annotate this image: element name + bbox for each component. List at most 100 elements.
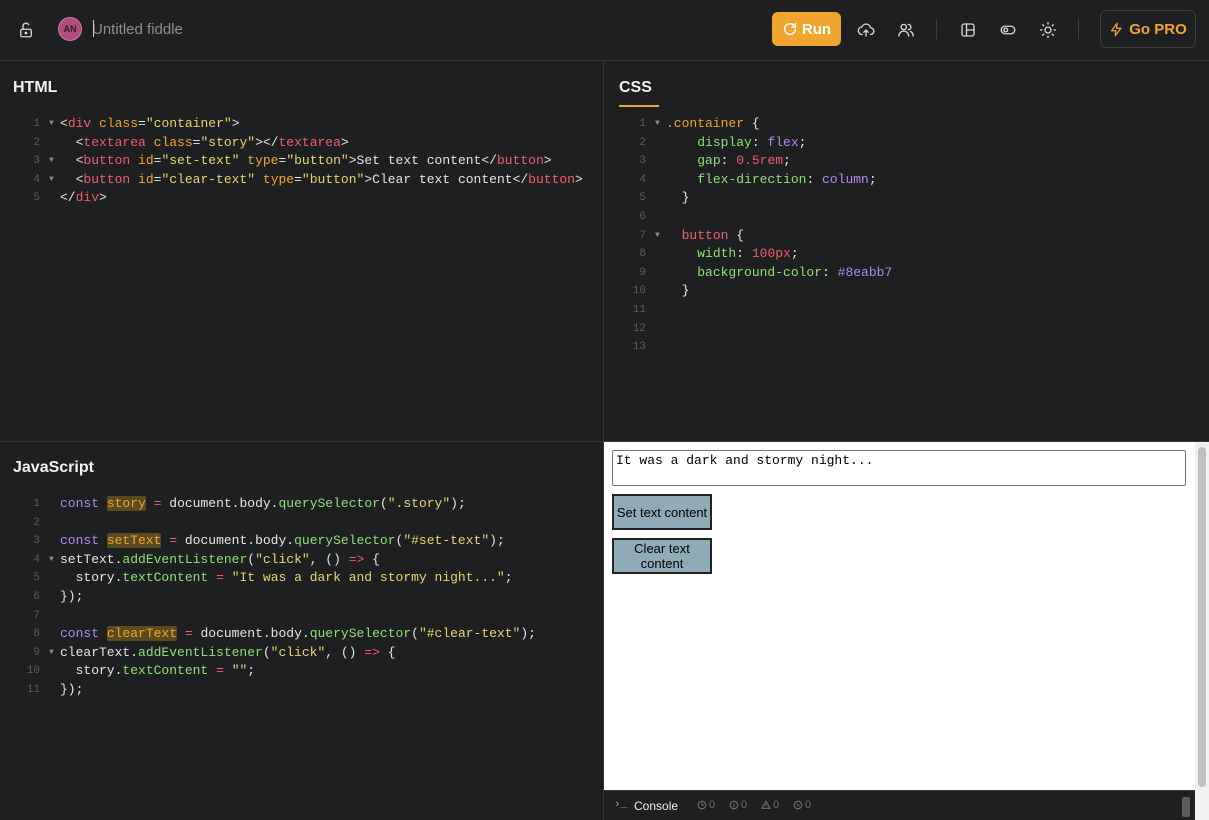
- lightning-icon: [1111, 22, 1122, 36]
- run-button-label: Run: [801, 20, 832, 38]
- code-line: });: [60, 681, 84, 697]
- run-button[interactable]: Run: [772, 12, 841, 46]
- line-number: 12: [632, 322, 646, 335]
- toolbar-divider: [1078, 19, 1079, 39]
- code-line: story.textContent = "";: [60, 663, 256, 679]
- go-pro-label: Go PRO: [1129, 20, 1187, 38]
- code-line: const setText = document.body.querySelec…: [60, 533, 505, 549]
- fold-arrow-icon[interactable]: ▼: [655, 227, 660, 246]
- preview-scrollbar[interactable]: [1195, 442, 1209, 820]
- fold-arrow-icon[interactable]: ▼: [49, 644, 54, 663]
- top-bar: AN Run Go PRO: [0, 0, 1209, 61]
- css-editor[interactable]: 1 ▼ .container { 2 display: flex; 3 gap: 0…: [604, 115, 1204, 357]
- line-number: 3: [639, 155, 646, 168]
- code-line: <button id="clear-text" type="button">Cl…: [60, 171, 583, 187]
- scrollbar-thumb[interactable]: [1198, 447, 1206, 787]
- line-number: 8: [639, 248, 646, 261]
- line-number: 4: [33, 553, 40, 566]
- line-number: 2: [33, 516, 40, 529]
- line-number: 5: [33, 572, 40, 585]
- line-number: 9: [33, 646, 40, 659]
- line-number: 5: [639, 192, 646, 205]
- fold-arrow-icon[interactable]: ▼: [49, 152, 54, 171]
- upload-cloud-icon[interactable]: [853, 17, 879, 43]
- line-number: 6: [639, 210, 646, 223]
- console-bar[interactable]: ›_ Console 0 0 0 0: [604, 790, 1195, 820]
- warning-count: 0: [761, 799, 779, 811]
- code-line: story.textContent = "It was a dark and s…: [60, 570, 513, 586]
- js-editor[interactable]: 1 const story = document.body.querySelect…: [0, 495, 600, 700]
- terminal-icon: ›_: [614, 799, 628, 811]
- sun-icon[interactable]: [1035, 17, 1061, 43]
- code-line: });: [60, 588, 84, 604]
- line-number: 2: [33, 136, 40, 149]
- line-number: 5: [33, 192, 40, 205]
- info-icon: [729, 800, 739, 810]
- line-number: 1: [33, 498, 40, 510]
- html-pane-title[interactable]: HTML: [13, 79, 57, 97]
- code-line: clearText.addEventListener("click", () =…: [60, 644, 396, 660]
- line-number: 3: [33, 155, 40, 168]
- story-textarea[interactable]: It was a dark and stormy night...: [612, 450, 1186, 486]
- code-line: button {: [681, 227, 745, 243]
- code-line: <div class="container">: [60, 116, 240, 131]
- code-line: }: [666, 190, 690, 206]
- error-count: 0: [793, 799, 811, 811]
- fold-arrow-icon[interactable]: ▼: [49, 171, 54, 190]
- line-number: 3: [33, 535, 40, 548]
- line-number: 1: [639, 118, 646, 130]
- console-resize-handle[interactable]: [1182, 797, 1190, 817]
- lock-icon[interactable]: [13, 17, 39, 43]
- refresh-icon: [783, 22, 796, 36]
- code-line: gap: 0.5rem;: [697, 153, 791, 169]
- line-number: 10: [26, 665, 40, 678]
- avatar-initials: AN: [63, 24, 77, 34]
- code-line: <textarea class="story"></textarea>: [60, 134, 349, 150]
- error-icon: [793, 800, 803, 810]
- line-number: 10: [632, 285, 646, 298]
- code-line: const clearText = document.body.querySel…: [60, 626, 536, 642]
- fiddle-title-input[interactable]: [92, 17, 392, 41]
- line-number: 6: [33, 590, 40, 603]
- warning-icon: [761, 800, 771, 809]
- line-number: 11: [26, 683, 40, 696]
- css-pane-title[interactable]: CSS: [619, 79, 652, 97]
- fold-arrow-icon[interactable]: ▼: [49, 551, 54, 570]
- line-number: 7: [639, 229, 646, 242]
- pane-divider[interactable]: [0, 441, 604, 442]
- go-pro-button[interactable]: Go PRO: [1100, 10, 1196, 48]
- code-line: }: [666, 283, 690, 299]
- line-number: 4: [639, 173, 646, 186]
- clock-icon: [697, 800, 707, 810]
- code-line: width: 100px;: [697, 246, 799, 262]
- line-number: 9: [639, 266, 646, 279]
- code-line: </div>: [60, 190, 107, 206]
- set-text-button[interactable]: Set text content: [612, 494, 712, 530]
- avatar[interactable]: AN: [58, 17, 82, 41]
- layout-icon[interactable]: [955, 17, 981, 43]
- line-number: 8: [33, 628, 40, 641]
- code-line: .container {: [666, 116, 760, 131]
- fold-arrow-icon[interactable]: ▼: [49, 115, 54, 134]
- clear-text-button[interactable]: Clear text content: [612, 538, 712, 574]
- code-line: background-color: #8eabb7: [697, 264, 893, 280]
- line-number: 13: [632, 341, 646, 354]
- line-number: 4: [33, 173, 40, 186]
- line-number: 11: [632, 303, 646, 316]
- toggle-icon[interactable]: [995, 17, 1021, 43]
- code-line: <button id="set-text" type="button">Set …: [60, 153, 552, 169]
- info-count: 0: [729, 799, 747, 811]
- js-pane-title[interactable]: JavaScript: [13, 459, 94, 477]
- code-line: const story = document.body.querySelecto…: [60, 496, 466, 511]
- active-tab-indicator: [619, 105, 659, 107]
- console-label[interactable]: Console: [634, 799, 678, 813]
- line-number: 7: [33, 609, 40, 622]
- users-icon[interactable]: [893, 17, 919, 43]
- line-number: 1: [33, 118, 40, 130]
- html-editor[interactable]: 1 ▼ <div class="container"> 2 <textarea cl…: [0, 115, 600, 208]
- code-line: setText.addEventListener("click", () => …: [60, 551, 380, 567]
- code-line: flex-direction: column;: [697, 171, 877, 187]
- code-line: display: flex;: [697, 134, 807, 150]
- preview-frame: It was a dark and stormy night... Set te…: [604, 442, 1195, 790]
- fold-arrow-icon[interactable]: ▼: [655, 115, 660, 134]
